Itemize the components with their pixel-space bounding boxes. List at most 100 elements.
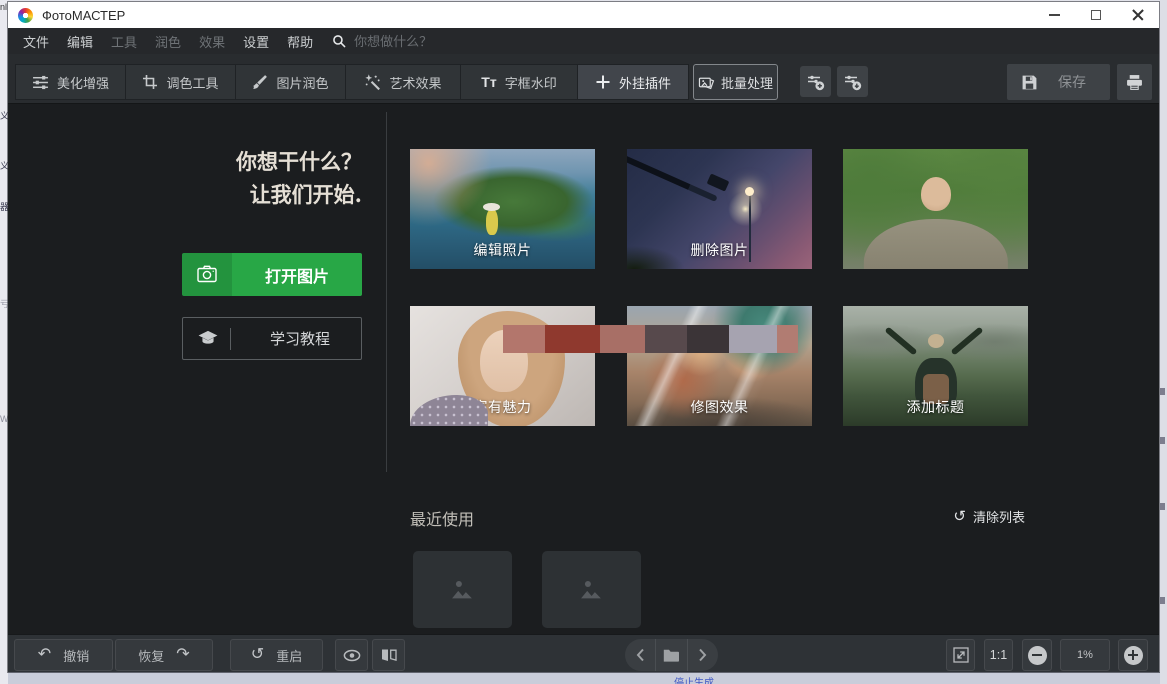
compare-icon	[381, 648, 397, 662]
search-input[interactable]	[354, 34, 484, 49]
button-divider	[230, 328, 231, 350]
zoom-out-icon	[1028, 646, 1047, 665]
app-logo-icon	[18, 8, 33, 23]
card-retouch-effects[interactable]: 修图效果	[627, 306, 812, 426]
menu-file[interactable]: 文件	[14, 32, 58, 51]
learn-tutorial-button[interactable]: 学习教程	[182, 317, 362, 360]
main-area: 你想干什么？ 让我们开始. 打开图片 学习教程 编辑照片 删除图片 替换背景	[8, 104, 1159, 634]
card-label: 编辑照片	[410, 240, 595, 260]
censor-block	[600, 325, 645, 353]
search-icon	[332, 34, 346, 48]
previous-image-button[interactable]	[625, 639, 655, 671]
censor-block	[545, 325, 600, 353]
menu-tools[interactable]: 工具	[102, 32, 146, 51]
censor-block	[729, 325, 777, 353]
close-button[interactable]	[1117, 2, 1159, 28]
clear-list-button[interactable]: ↺ 清除列表	[953, 507, 1025, 526]
background-window-left-strip: nl 义 义 器 亏 W	[0, 0, 8, 684]
window-controls	[1033, 2, 1159, 28]
card-label: 删除图片	[627, 240, 812, 260]
preview-original-button[interactable]	[335, 639, 368, 671]
fit-to-screen-button[interactable]	[946, 639, 975, 671]
brush-icon	[252, 74, 268, 90]
export-preset-button[interactable]	[837, 66, 868, 97]
undo-icon: ↶	[38, 647, 51, 663]
tab-color-tools[interactable]: 调色工具	[126, 65, 236, 99]
add-preset-button[interactable]	[800, 66, 831, 97]
restart-label: 重启	[276, 646, 302, 665]
preset-export-icon	[843, 72, 863, 92]
redo-icon: ↷	[176, 647, 189, 663]
save-label: 保存	[1058, 72, 1086, 92]
menu-settings[interactable]: 设置	[234, 32, 278, 51]
zoom-in-button[interactable]	[1118, 639, 1148, 671]
eye-icon	[343, 649, 361, 662]
batch-process-button[interactable]: 批量处理	[693, 64, 778, 100]
card-label: 修图效果	[627, 397, 812, 417]
card-delete-object[interactable]: 删除图片	[627, 149, 812, 269]
menu-edit[interactable]: 编辑	[58, 32, 102, 51]
crop-icon	[142, 74, 158, 90]
bottom-toolbar: ↶ 撤销 恢复 ↷ ↺ 重启	[8, 634, 1159, 672]
card-edit-photo[interactable]: 编辑照片	[410, 149, 595, 269]
sliders-icon	[32, 74, 49, 91]
maximize-icon	[1091, 10, 1101, 20]
image-placeholder-icon	[577, 577, 607, 602]
open-image-label: 打开图片	[265, 269, 329, 286]
undo-label: 撤销	[63, 646, 89, 665]
card-replace-background[interactable]: 替换背景	[843, 149, 1028, 269]
tab-label: 美化增强	[57, 73, 109, 92]
card-glamour[interactable]: 富有魅力	[410, 306, 595, 426]
folder-icon	[663, 649, 679, 662]
tab-label: 调色工具	[166, 73, 218, 92]
zoom-100-button[interactable]: 1:1	[984, 639, 1013, 671]
photo-figure	[884, 327, 917, 356]
recent-thumbnail-placeholder[interactable]	[413, 551, 512, 628]
tab-plugins[interactable]: 外挂插件	[578, 65, 688, 99]
hero-line2: 让我们开始.	[236, 179, 362, 212]
maximize-button[interactable]	[1075, 2, 1117, 28]
open-folder-button[interactable]	[655, 639, 686, 671]
menu-effects[interactable]: 效果	[190, 32, 234, 51]
tab-effects[interactable]: 艺术效果	[346, 65, 461, 99]
next-image-button[interactable]	[687, 639, 718, 671]
preset-add-icon	[806, 72, 826, 92]
tab-text-watermark[interactable]: Tᴛ 字框水印	[461, 65, 578, 99]
close-icon	[1132, 9, 1144, 21]
card-label: 替换背景	[843, 240, 1028, 260]
zoom-out-button[interactable]	[1022, 639, 1052, 671]
undo-button[interactable]: ↶ 撤销	[14, 639, 113, 671]
tab-enhance[interactable]: 美化增强	[16, 65, 126, 99]
fit-screen-icon	[953, 647, 969, 663]
photo-figure	[951, 327, 984, 356]
stop-generating-link[interactable]: 停止生成	[674, 674, 714, 684]
save-button[interactable]: 保存	[1007, 64, 1110, 100]
image-placeholder-icon	[448, 577, 478, 602]
open-image-button[interactable]: 打开图片	[182, 253, 362, 296]
learn-tutorial-label: 学习教程	[270, 331, 330, 348]
censor-block	[645, 325, 687, 353]
restart-button[interactable]: ↺ 重启	[230, 639, 323, 671]
photo-figure	[928, 334, 944, 348]
card-label: 添加标题	[843, 397, 1028, 417]
minimize-button[interactable]	[1033, 2, 1075, 28]
photos-icon	[698, 75, 715, 90]
printer-icon	[1126, 74, 1143, 91]
tab-strip: 美化增强 调色工具 图片润色 艺术效果 Tᴛ 字框水印 外挂插件	[15, 64, 689, 100]
print-button[interactable]	[1117, 64, 1152, 100]
zoom-level-display[interactable]: 1%	[1060, 639, 1110, 671]
redo-button[interactable]: 恢复 ↷	[115, 639, 213, 671]
recent-thumbnail-placeholder[interactable]	[542, 551, 641, 628]
before-after-compare-button[interactable]	[372, 639, 405, 671]
magic-wand-icon	[364, 74, 381, 91]
background-window-right-strip	[1160, 0, 1167, 684]
menubar: 文件 编辑 工具 润色 效果 设置 帮助	[8, 28, 1159, 54]
recent-section-title: 最近使用	[410, 506, 474, 530]
minimize-icon	[1049, 14, 1060, 16]
clear-list-icon: ↺	[953, 509, 966, 524]
tab-retouch[interactable]: 图片润色	[236, 65, 346, 99]
card-add-caption[interactable]: 添加标题	[843, 306, 1028, 426]
menu-help[interactable]: 帮助	[278, 32, 322, 51]
menu-retouch[interactable]: 润色	[146, 32, 190, 51]
tab-label: 艺术效果	[389, 73, 441, 92]
